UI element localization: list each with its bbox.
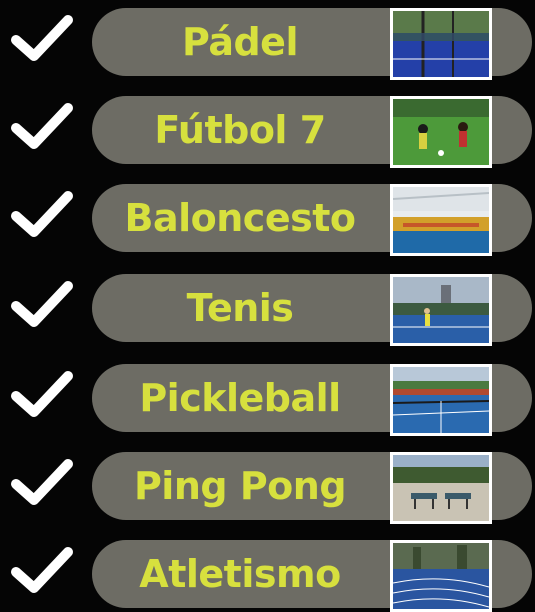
- check-icon: [11, 281, 73, 327]
- check-icon: [11, 459, 73, 505]
- indoor-court-photo: [390, 184, 492, 256]
- check-icon: [11, 103, 73, 149]
- sport-row-futbol-7: Fútbol 7: [0, 90, 535, 168]
- running-track-photo: [390, 540, 492, 612]
- sport-row-tenis: Tenis: [0, 268, 535, 346]
- football-match-photo: [390, 96, 492, 168]
- sport-label-pickleball: Pickleball: [139, 376, 341, 420]
- sport-row-ping-pong: Ping Pong: [0, 446, 535, 524]
- check-icon: [11, 547, 73, 593]
- sport-label-tenis: Tenis: [186, 286, 294, 330]
- sport-label-ping-pong: Ping Pong: [133, 464, 347, 508]
- sport-row-pickleball: Pickleball: [0, 358, 535, 436]
- sport-row-atletismo: Atletismo: [0, 534, 535, 612]
- check-icon: [11, 371, 73, 417]
- tennis-court-photo: [390, 274, 492, 346]
- sports-list: Pádel Fútbol 7 Baloncesto Tenis Pickleba…: [0, 0, 535, 612]
- padel-court-photo: [390, 8, 492, 80]
- sport-row-baloncesto: Baloncesto: [0, 178, 535, 256]
- sport-label-baloncesto: Baloncesto: [124, 196, 356, 240]
- ping-pong-tables-photo: [390, 452, 492, 524]
- sport-label-padel: Pádel: [182, 20, 298, 64]
- sport-label-atletismo: Atletismo: [139, 552, 341, 596]
- check-icon: [11, 15, 73, 61]
- check-icon: [11, 191, 73, 237]
- pickleball-court-photo: [390, 364, 492, 436]
- sport-label-futbol-7: Fútbol 7: [154, 108, 326, 152]
- sport-row-padel: Pádel: [0, 2, 535, 80]
